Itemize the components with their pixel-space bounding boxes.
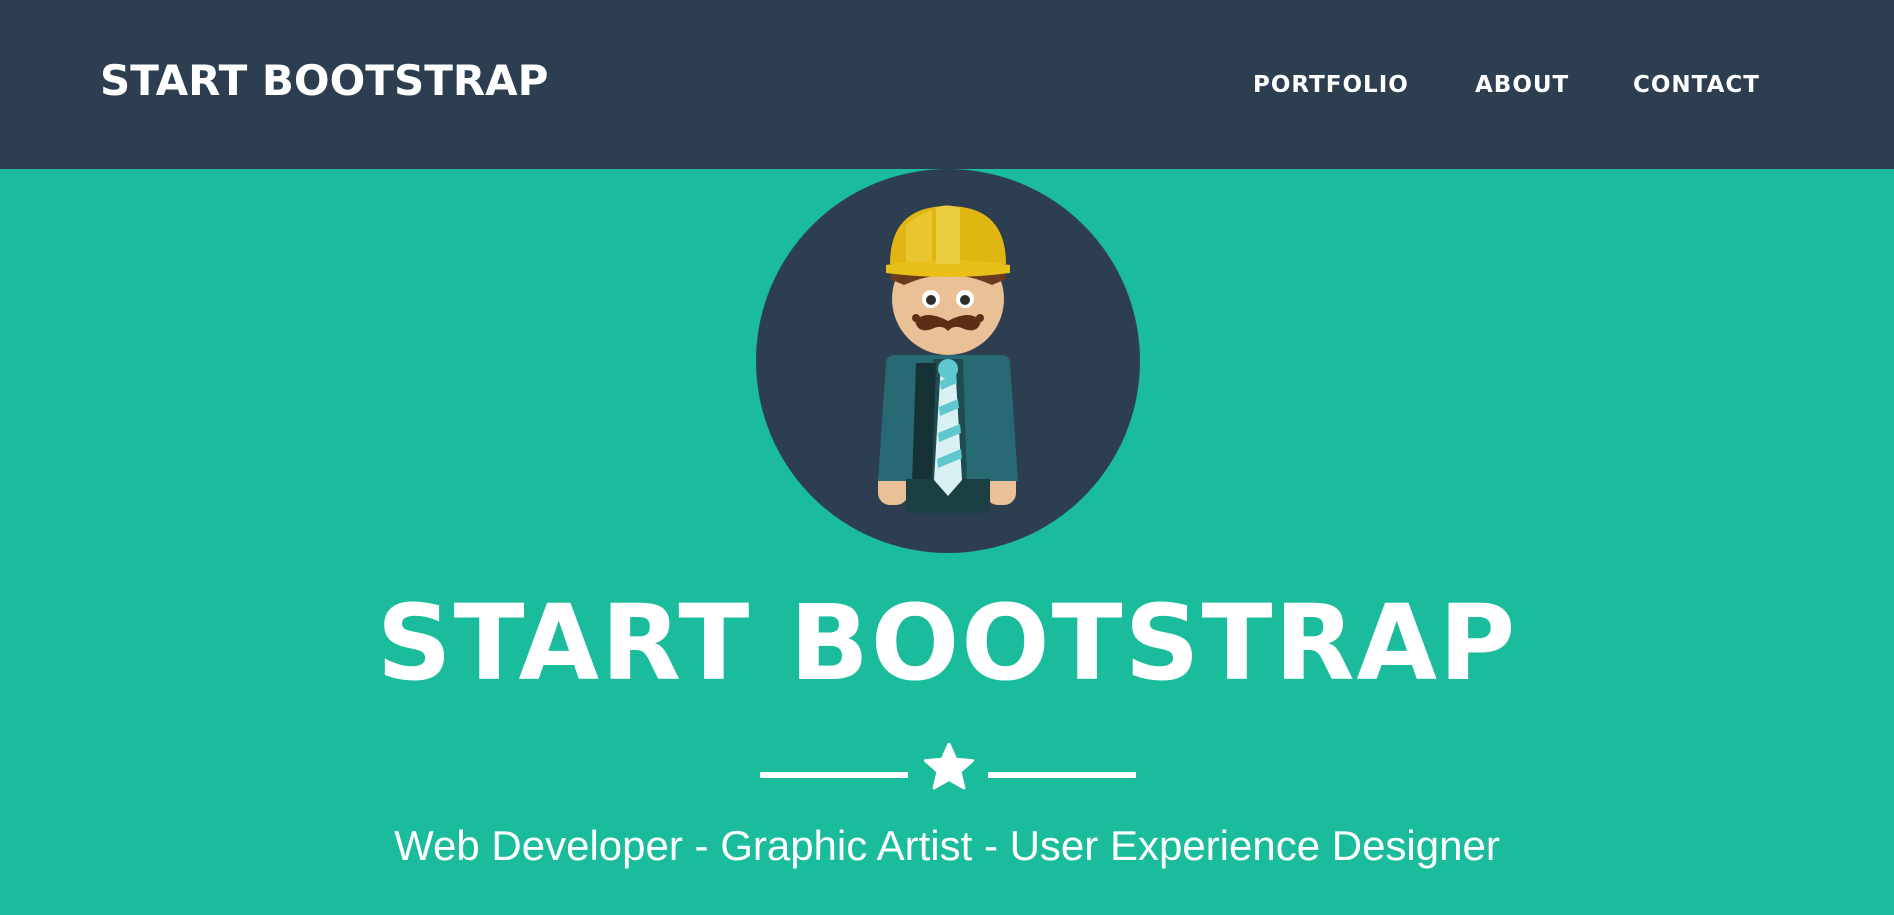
nav-link-about[interactable]: ABOUT <box>1475 68 1569 102</box>
divider-line-right <box>988 772 1136 778</box>
star-icon <box>924 743 974 790</box>
hero-subtitle: Web Developer - Graphic Artist - User Ex… <box>394 822 1500 869</box>
avatar-image <box>756 169 1140 553</box>
hero-title: START BOOTSTRAP <box>376 582 1518 704</box>
construction-worker-avatar-icon <box>756 169 1140 553</box>
nav-links: PORTFOLIO ABOUT CONTACT <box>0 68 1894 102</box>
nav-link-portfolio[interactable]: PORTFOLIO <box>1253 68 1409 102</box>
navbar: START BOOTSTRAP PORTFOLIO ABOUT CONTACT <box>0 0 1894 169</box>
divider-line-left <box>760 772 908 778</box>
nav-link-contact[interactable]: CONTACT <box>1633 68 1760 102</box>
star-divider <box>760 738 1136 792</box>
